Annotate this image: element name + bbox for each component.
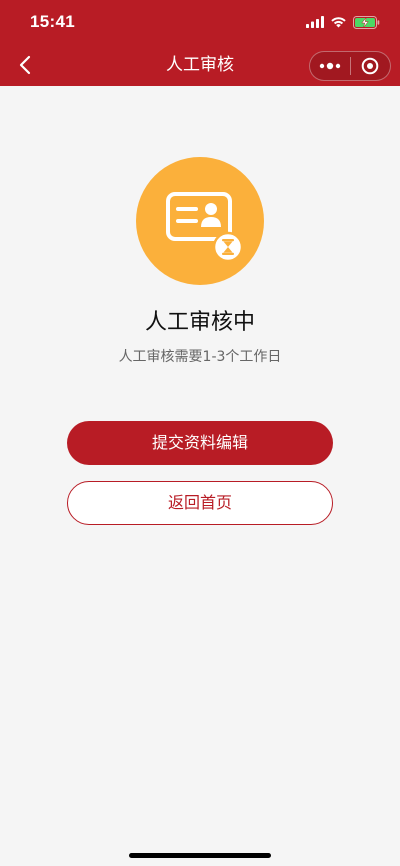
cellular-signal-icon [306, 16, 324, 28]
submit-edit-button[interactable]: 提交资料编辑 [67, 421, 333, 465]
target-close-icon [361, 57, 379, 75]
status-time: 15:41 [30, 12, 75, 31]
chevron-left-icon [19, 55, 31, 75]
id-card-hourglass-icon [136, 157, 264, 285]
wifi-icon [331, 17, 346, 28]
app-header: 15:41 人工审核 [0, 0, 400, 86]
battery-charging-icon [353, 15, 380, 29]
miniprogram-capsule [309, 51, 391, 81]
home-indicator [129, 853, 271, 858]
close-button[interactable] [350, 52, 390, 80]
status-icons [306, 14, 380, 30]
nav-bar: 人工审核 [0, 44, 400, 86]
back-home-button[interactable]: 返回首页 [67, 481, 333, 525]
back-button[interactable] [10, 51, 40, 79]
more-button[interactable] [310, 52, 350, 80]
result-subtitle: 人工审核需要1-3个工作日 [118, 349, 282, 365]
main-content: 人工审核中 人工审核需要1-3个工作日 提交资料编辑 返回首页 [0, 86, 400, 866]
result-title: 人工审核中 [144, 310, 255, 335]
more-dots-icon [319, 62, 340, 70]
status-bar: 15:41 [0, 0, 400, 44]
